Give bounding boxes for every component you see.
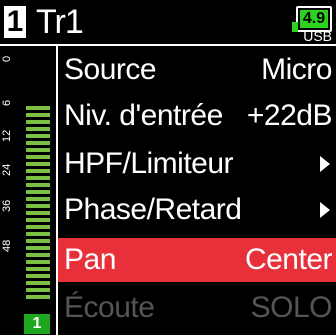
meter-scale-label: 6 [1, 99, 13, 106]
menu-item-label: Phase/Retard [64, 193, 242, 226]
menu-item-label: Source [64, 53, 157, 86]
track-name: Tr1 [36, 3, 84, 41]
meter-scale-label: 36 [1, 199, 13, 212]
meter-segment [26, 295, 50, 299]
menu-item-hpf-limiter[interactable]: HPF/Limiteur [58, 142, 336, 186]
meter-bar [26, 106, 50, 306]
meter-segment [26, 260, 50, 264]
meter-segment [26, 288, 50, 292]
menu-item-monitor[interactable]: Écoute SOLO [58, 286, 336, 330]
meter-segment [26, 113, 50, 117]
power-indicator: 4.9 USB [292, 0, 332, 44]
channel-badge: 1 [24, 314, 50, 334]
meter-scale-label: 12 [1, 129, 13, 142]
meter-scale-label: 0 [1, 55, 13, 62]
meter-segment [26, 197, 50, 201]
meter-segment [26, 120, 50, 124]
status-header: 1 Tr1 4.9 USB [0, 0, 336, 44]
meter-segment [26, 155, 50, 159]
chevron-right-icon [320, 156, 330, 172]
meter-segment [26, 225, 50, 229]
menu-item-value: Micro [261, 53, 332, 86]
meter-segment [26, 127, 50, 131]
track-number-badge: 1 [4, 6, 26, 38]
meter-segment [26, 134, 50, 138]
meter-segment [26, 176, 50, 180]
menu-item-value: Center [244, 243, 333, 276]
menu-item-label: Écoute [64, 291, 155, 324]
meter-segment [26, 148, 50, 152]
meter-segment [26, 204, 50, 208]
meter-segment [26, 183, 50, 187]
menu-item-pan[interactable]: Pan Center [58, 238, 336, 282]
meter-segment [26, 218, 50, 222]
meter-segment [26, 239, 50, 243]
menu-item-value: +22dB [246, 99, 333, 132]
meter-segment [26, 246, 50, 250]
meter-segment [26, 169, 50, 173]
meter-segment [26, 190, 50, 194]
level-meter: 0 6 12 24 36 48 1 [0, 46, 56, 335]
meter-segment [26, 267, 50, 271]
meter-segment [26, 162, 50, 166]
battery-level: 4.9 [302, 10, 326, 27]
menu-item-label: Niv. d'entrée [64, 99, 223, 132]
menu-item-phase-delay[interactable]: Phase/Retard [58, 188, 336, 232]
meter-segment [26, 281, 50, 285]
meter-segment [26, 141, 50, 145]
meter-segment [26, 106, 50, 110]
menu-item-source[interactable]: Source Micro [58, 48, 336, 92]
menu-item-label: Pan [64, 243, 116, 276]
meter-scale-label: 24 [1, 163, 13, 176]
chevron-right-icon [320, 202, 330, 218]
menu-item-label: HPF/Limiteur [64, 147, 234, 180]
meter-segment [26, 253, 50, 257]
meter-scale-label: 48 [1, 239, 13, 252]
meter-segment [26, 211, 50, 215]
menu-item-value: SOLO [250, 291, 333, 324]
power-source-label: USB [303, 28, 332, 44]
meter-segment [26, 274, 50, 278]
menu-item-input-level[interactable]: Niv. d'entrée +22dB [58, 94, 336, 138]
meter-segment [26, 232, 50, 236]
